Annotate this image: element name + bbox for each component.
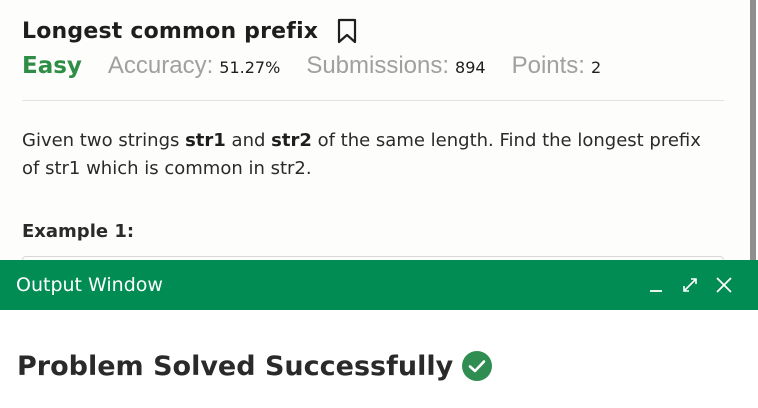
accuracy-label: Accuracy: bbox=[107, 52, 214, 79]
minimize-icon[interactable] bbox=[646, 275, 666, 295]
problem-page: Longest common prefix Easy Accuracy: 51.… bbox=[0, 0, 758, 408]
difficulty-badge: Easy bbox=[22, 53, 82, 79]
result-row: Problem Solved Successfully bbox=[17, 350, 758, 382]
output-window-header: Output Window bbox=[0, 260, 758, 310]
submissions-label: Submissions: bbox=[306, 52, 450, 79]
expand-icon[interactable] bbox=[680, 275, 700, 295]
check-circle-icon bbox=[461, 350, 493, 382]
title-row: Longest common prefix bbox=[22, 16, 724, 46]
problem-stats: Easy Accuracy: 51.27% Submissions: 894 P… bbox=[22, 52, 724, 86]
output-window-title: Output Window bbox=[16, 274, 163, 296]
points-value: 2 bbox=[590, 58, 602, 77]
points-label: Points: bbox=[511, 52, 585, 79]
description-text: Given two strings bbox=[22, 130, 186, 151]
result-message: Problem Solved Successfully bbox=[17, 350, 454, 382]
example-heading: Example 1: bbox=[22, 221, 135, 242]
accuracy-value: 51.27% bbox=[219, 58, 281, 77]
str1-term: str1 bbox=[185, 130, 226, 151]
scrollbar-track[interactable] bbox=[750, 0, 758, 260]
submissions-value: 894 bbox=[455, 58, 486, 77]
close-icon[interactable] bbox=[714, 275, 734, 295]
description-text: and bbox=[225, 130, 272, 151]
scrollbar-thumb[interactable] bbox=[750, 0, 756, 260]
divider bbox=[22, 100, 724, 101]
str2-term: str2 bbox=[271, 130, 312, 151]
window-controls bbox=[646, 275, 734, 295]
bookmark-icon[interactable] bbox=[336, 17, 358, 45]
problem-panel: Longest common prefix Easy Accuracy: 51.… bbox=[22, 0, 724, 298]
problem-description: Given two strings str1 and str2 of the s… bbox=[22, 127, 712, 183]
problem-title: Longest common prefix bbox=[22, 18, 319, 44]
output-window: Output Window Problem Solved Successfull… bbox=[0, 260, 758, 408]
